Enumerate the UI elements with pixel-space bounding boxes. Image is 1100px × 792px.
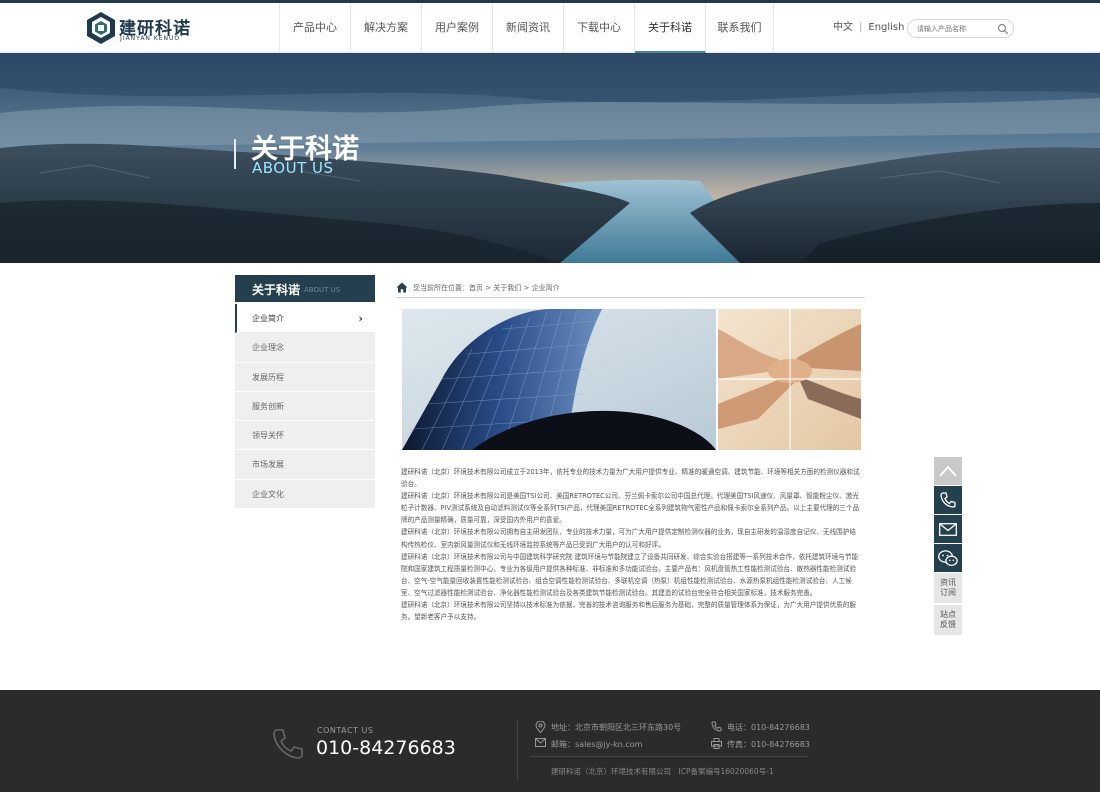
language-switch: 中文 | English — [833, 3, 904, 53]
sidebar-item-label: 领导关怀 — [252, 431, 284, 441]
site-logo[interactable]: 建研科诺 JIANYAN KENUO — [86, 11, 190, 45]
building-photo — [402, 309, 716, 450]
site-header: 建研科诺 JIANYAN KENUO 产品中心 解决方案 用户案例 新闻资讯 下… — [0, 3, 1100, 53]
sidebar-item-culture[interactable]: 企业文化 — [235, 479, 375, 510]
article-content: 建研科诺（北京）环境技术有限公司成立于2013年，依托专业的技术力量为广大用户提… — [401, 466, 861, 623]
wechat-icon — [938, 549, 958, 566]
sidebar-title-en: ABOUT US — [304, 286, 341, 294]
mail-icon — [939, 522, 957, 536]
banner-title-bar — [234, 139, 236, 169]
sidebar-item-philosophy[interactable]: 企业理念 — [235, 333, 375, 363]
nav-news[interactable]: 新闻资讯 — [493, 3, 564, 53]
sidebar-item-label: 发展历程 — [252, 372, 284, 382]
phone-icon — [711, 721, 722, 732]
phone-icon — [940, 492, 956, 508]
nav-products[interactable]: 产品中心 — [280, 3, 351, 53]
nav-about[interactable]: 关于科诺 — [635, 3, 706, 53]
lang-english[interactable]: English — [868, 22, 904, 33]
main-nav: 产品中心 解决方案 用户案例 新闻资讯 下载中心 关于科诺 联系我们 — [279, 3, 774, 53]
location-pin-icon — [535, 721, 546, 733]
phone-icon — [273, 729, 303, 759]
breadcrumb-text: 您当前所在位置：首页 > 关于我们 > 企业简介 — [413, 284, 560, 292]
sidebar-header: 关于科诺 ABOUT US — [235, 275, 375, 302]
sidebar-item-label: 企业文化 — [252, 489, 284, 499]
footer-divider — [517, 720, 518, 780]
sidebar-title: 关于科诺 — [252, 283, 301, 297]
nav-contact[interactable]: 联系我们 — [706, 3, 774, 53]
tel-text: 电话：010-84276683 — [727, 723, 810, 732]
mail-icon — [535, 738, 546, 747]
contact-phone-number: 010-84276683 — [316, 737, 456, 759]
printer-icon — [711, 738, 722, 749]
search-input[interactable] — [917, 22, 995, 35]
search-icon[interactable] — [997, 23, 1009, 35]
lang-chinese[interactable]: 中文 — [833, 22, 853, 33]
chevron-right-icon: › — [358, 312, 363, 325]
site-footer: CONTACT US 010-84276683 地址：北京市朝阳区北三环东路30… — [0, 690, 1100, 792]
article-paragraph: 建研科诺（北京）环境技术有限公司拥有自主研发团队，专业的技术力量，可为广大用户提… — [401, 528, 856, 549]
banner-fjord-image — [0, 53, 1100, 263]
logo-subtext: JIANYAN KENUO — [120, 35, 181, 42]
teamwork-hands-photo — [718, 309, 861, 450]
sidebar-item-label: 服务创新 — [252, 401, 284, 411]
sidebar-item-label: 市场发展 — [252, 460, 284, 470]
copyright-text: 建研科诺（北京）环境技术有限公司 ICP备案编号16020060号-1 — [551, 767, 774, 776]
article-paragraph: 建研科诺（北京）环境技术有限公司与中国建筑科学研究院 建筑环境与节能院建立了设备… — [401, 552, 859, 597]
breadcrumb: 您当前所在位置：首页 > 关于我们 > 企业简介 — [396, 282, 865, 298]
lang-separator: | — [859, 22, 863, 33]
chevron-up-icon — [939, 465, 957, 477]
fax-text: 传真：010-84276683 — [727, 740, 810, 749]
subscribe-button[interactable]: 资讯订阅 — [934, 573, 962, 603]
feedback-button[interactable]: 站点反馈 — [934, 605, 962, 635]
page-banner: 关于科诺 ABOUT US — [0, 53, 1100, 263]
nav-downloads[interactable]: 下载中心 — [564, 3, 635, 53]
contact-label: CONTACT US — [317, 726, 374, 735]
sidebar-item-market[interactable]: 市场发展 — [235, 450, 375, 480]
article-paragraph: 建研科诺（北京）环境技术有限公司坚持以技术标准为依据，完善的技术咨询服务和售后服… — [401, 601, 856, 622]
address-text: 地址：北京市朝阳区北三环东路30号 — [551, 723, 682, 732]
email-text[interactable]: 邮箱：sales@jy-kn.com — [551, 739, 642, 750]
footer-divider-line — [530, 756, 808, 757]
phone-button[interactable] — [934, 486, 962, 514]
sidebar-menu: 企业简介 › 企业理念 发展历程 服务创新 领导关怀 市场发展 企业文化 — [235, 304, 375, 510]
sidebar-item-label: 企业简介 — [252, 314, 284, 323]
nav-solutions[interactable]: 解决方案 — [351, 3, 422, 53]
back-to-top-button[interactable] — [934, 457, 962, 485]
search-box — [907, 19, 1014, 38]
article-paragraph: 建研科诺（北京）环境技术有限公司是美国TSI公司、美国RETROTEC公司、芬兰… — [401, 492, 860, 525]
nav-cases[interactable]: 用户案例 — [422, 3, 493, 53]
banner-subtitle: ABOUT US — [252, 159, 334, 177]
sidebar-item-service[interactable]: 服务创新 — [235, 391, 375, 422]
article-paragraph: 建研科诺（北京）环境技术有限公司成立于2013年，依托专业的技术力量为广大用户提… — [401, 468, 860, 489]
sidebar-item-profile[interactable]: 企业简介 › — [235, 304, 375, 334]
sidebar-item-leadership[interactable]: 领导关怀 — [235, 421, 375, 451]
sidebar-item-label: 企业理念 — [252, 343, 284, 353]
floating-toolbar: 资讯订阅 站点反馈 — [934, 457, 962, 636]
sidebar-item-history[interactable]: 发展历程 — [235, 362, 375, 392]
wechat-button[interactable] — [934, 544, 962, 572]
email-button[interactable] — [934, 515, 962, 543]
home-icon — [396, 282, 408, 293]
logo-hexagon-icon — [87, 12, 115, 44]
